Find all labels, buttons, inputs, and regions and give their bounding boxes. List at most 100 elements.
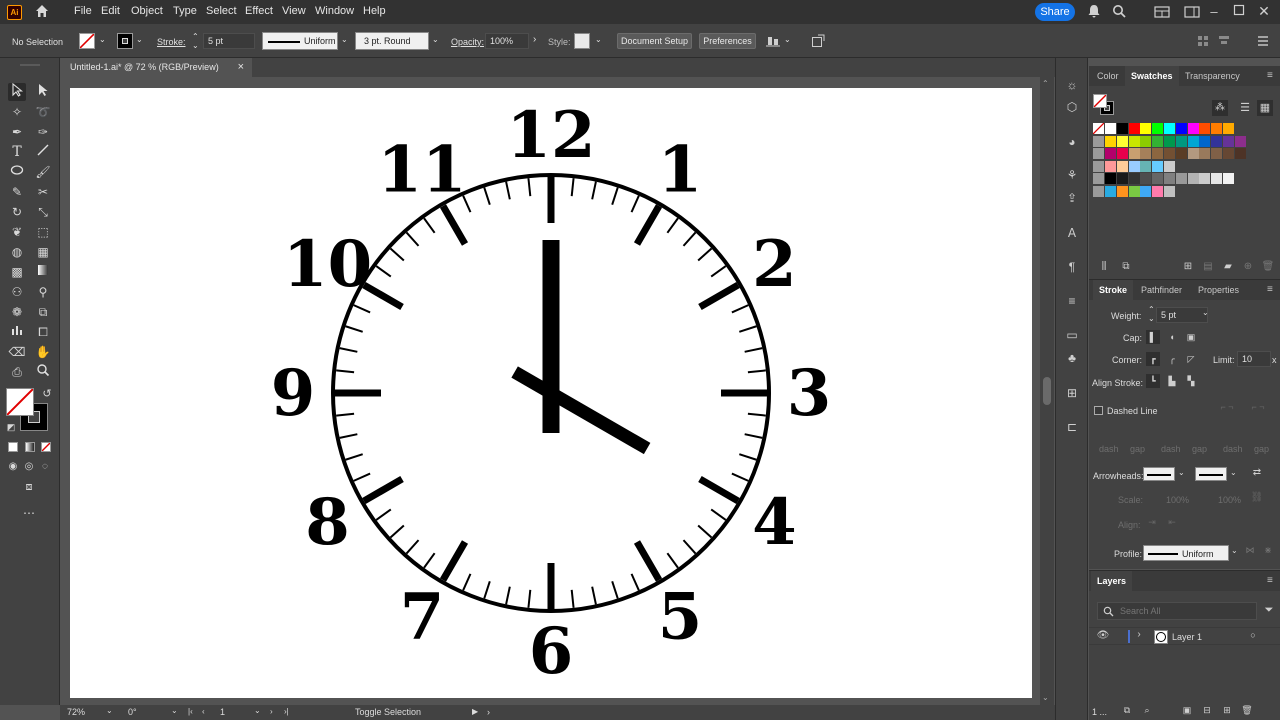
document-tab[interactable]: Untitled-1.ai* @ 72 % (RGB/Preview) × [60, 58, 252, 77]
next-artboard-icon[interactable]: › [270, 707, 273, 716]
color-swatch[interactable] [1199, 173, 1211, 184]
swap-arrowheads-icon[interactable]: ⇄ [1249, 467, 1265, 478]
visibility-eye-icon[interactable]: 👁 [1096, 630, 1110, 641]
menu-object[interactable]: Object [131, 5, 163, 17]
warp-tool-icon[interactable]: ❦ [8, 223, 26, 241]
opacity-expand-icon[interactable]: › [533, 34, 536, 45]
rotation-chevron-icon[interactable]: ⌄ [171, 706, 178, 715]
flip-along-icon[interactable]: ⋈ [1243, 545, 1257, 556]
butt-cap-icon[interactable]: ▌ [1146, 330, 1160, 344]
workspace-switcher-icon[interactable] [1184, 5, 1200, 19]
swatches-panel-menu-icon[interactable]: ≡ [1261, 66, 1279, 86]
new-color-group-icon[interactable]: ⊞ [1181, 261, 1195, 272]
edit-toolbar-icon[interactable]: ⋯ [20, 504, 38, 522]
none-swatch[interactable] [1092, 122, 1105, 135]
color-mode-icon[interactable] [8, 442, 18, 452]
shape-builder-tool-icon[interactable]: ◍ [8, 243, 26, 261]
slice-tool-icon[interactable]: ⧠ [34, 323, 52, 341]
color-swatch[interactable] [1164, 160, 1175, 172]
swatch-fill-indicator[interactable] [1093, 94, 1107, 108]
appearance-icon[interactable]: ◕ [1064, 135, 1080, 149]
status-expand-icon[interactable]: › [487, 707, 490, 717]
perspective-grid-tool-icon[interactable]: ▦ [34, 243, 52, 261]
delete-layer-icon[interactable]: 🗑 [1241, 705, 1253, 716]
tab-pathfinder[interactable]: Pathfinder [1135, 280, 1188, 300]
symbol-sprayer-tool-icon[interactable]: ❁ [8, 303, 26, 321]
color-swatch[interactable] [1175, 148, 1187, 159]
share-button[interactable]: Share [1035, 3, 1075, 21]
swatch-group-folder-icon[interactable] [1093, 160, 1104, 172]
artboard-tool-icon[interactable]: ⧉ [34, 303, 52, 321]
color-swatch[interactable] [1211, 123, 1223, 134]
layers-search-box[interactable] [1097, 602, 1257, 620]
round-cap-icon[interactable]: ◖ [1165, 330, 1179, 344]
align-panel-icon[interactable]: ⊏ [1064, 420, 1080, 434]
magic-wand-tool-icon[interactable]: ✧ [8, 103, 26, 121]
stroke-panel-menu-icon[interactable]: ≡ [1261, 280, 1279, 300]
color-swatch[interactable] [1211, 148, 1223, 159]
color-swatch[interactable] [1164, 123, 1175, 134]
swatch-libraries-icon[interactable]: ⫼ [1097, 261, 1111, 272]
default-fill-stroke-icon[interactable]: ◩ [2, 418, 20, 436]
stroke-dropdown-chevron-icon[interactable]: ⌄ [136, 35, 143, 44]
rotate-tool-icon[interactable]: ↻ [8, 203, 26, 221]
tab-transparency[interactable]: Transparency [1179, 66, 1246, 86]
color-swatch[interactable] [1128, 135, 1140, 147]
brush-dropdown[interactable]: 3 pt. Round [355, 32, 429, 50]
puppet-warp-icon[interactable]: ⚘ [1064, 168, 1080, 182]
color-swatch[interactable] [1187, 148, 1199, 159]
isolate-icon[interactable] [811, 34, 825, 48]
curvature-tool-icon[interactable]: ✑ [34, 123, 52, 141]
status-menu-arrow-icon[interactable]: ▶ [472, 707, 478, 716]
zoom-tool-icon[interactable] [34, 363, 52, 381]
graphic-styles-icon[interactable]: ▭ [1064, 328, 1080, 342]
color-swatch[interactable] [1105, 160, 1116, 172]
color-swatch[interactable] [1223, 148, 1234, 159]
layers-filter-icon[interactable]: ⏷ [1262, 604, 1276, 617]
tab-color[interactable]: Color [1091, 66, 1125, 86]
color-swatch[interactable] [1152, 173, 1164, 184]
swatch-group-folder-icon[interactable] [1093, 185, 1104, 197]
color-swatch[interactable] [1199, 123, 1211, 134]
print-tiling-tool-icon[interactable]: ⎙ [8, 363, 26, 381]
menu-view[interactable]: View [282, 5, 306, 17]
weight-field[interactable]: 5 pt [1156, 307, 1208, 323]
color-swatch[interactable] [1234, 148, 1246, 159]
list-view-icon[interactable]: ☰ [1237, 100, 1253, 116]
transform-icon[interactable]: ⊞ [1064, 386, 1080, 400]
bevel-join-icon[interactable]: ◸ [1184, 352, 1198, 366]
profile-chevron-icon[interactable]: ⌄ [1231, 546, 1238, 555]
align-center-stroke-icon[interactable]: ┗ [1146, 374, 1160, 388]
maximize-icon[interactable] [1231, 4, 1247, 20]
miter-join-icon[interactable]: ┏ [1146, 352, 1160, 366]
panel-menu-icon[interactable] [1256, 34, 1270, 48]
none-mode-icon[interactable] [41, 442, 51, 452]
color-swatch[interactable] [1164, 173, 1175, 184]
color-swatch[interactable] [1199, 148, 1211, 159]
menu-select[interactable]: Select [206, 5, 237, 17]
align-outside-stroke-icon[interactable]: ▚ [1184, 374, 1198, 388]
close-window-icon[interactable]: ✕ [1256, 3, 1272, 19]
swatch-list-icon[interactable]: ▤ [1201, 261, 1215, 272]
start-arrowhead-dropdown[interactable] [1143, 467, 1175, 481]
type-tool-icon[interactable]: T [8, 143, 26, 161]
align-options-icon[interactable] [766, 34, 780, 48]
color-swatch[interactable] [1175, 173, 1187, 184]
fill-swatch[interactable] [79, 33, 95, 49]
swatch-group-folder-icon[interactable] [1093, 135, 1104, 147]
arrow-align-end-icon[interactable]: ⇤ [1165, 517, 1179, 528]
delete-swatch-icon[interactable]: 🗑 [1261, 261, 1275, 272]
menu-edit[interactable]: Edit [101, 5, 120, 17]
artboard[interactable]: 12 1 2 3 4 5 6 7 8 9 10 11 [70, 88, 1032, 698]
color-swatch[interactable] [1199, 135, 1211, 147]
layers-panel-menu-icon[interactable]: ≡ [1261, 571, 1279, 591]
dashed-line-checkbox[interactable] [1094, 406, 1103, 415]
round-join-icon[interactable]: ╭ [1165, 352, 1179, 366]
color-swatch[interactable] [1175, 123, 1187, 134]
fill-color-box[interactable] [6, 388, 34, 416]
new-folder-icon[interactable]: ▰ [1221, 261, 1235, 272]
end-arrowhead-chevron-icon[interactable]: ⌄ [1230, 468, 1237, 477]
search-icon[interactable] [1111, 4, 1127, 20]
align-chevron-icon[interactable]: ⌄ [784, 35, 791, 44]
brush-chevron-icon[interactable]: ⌄ [432, 35, 439, 44]
